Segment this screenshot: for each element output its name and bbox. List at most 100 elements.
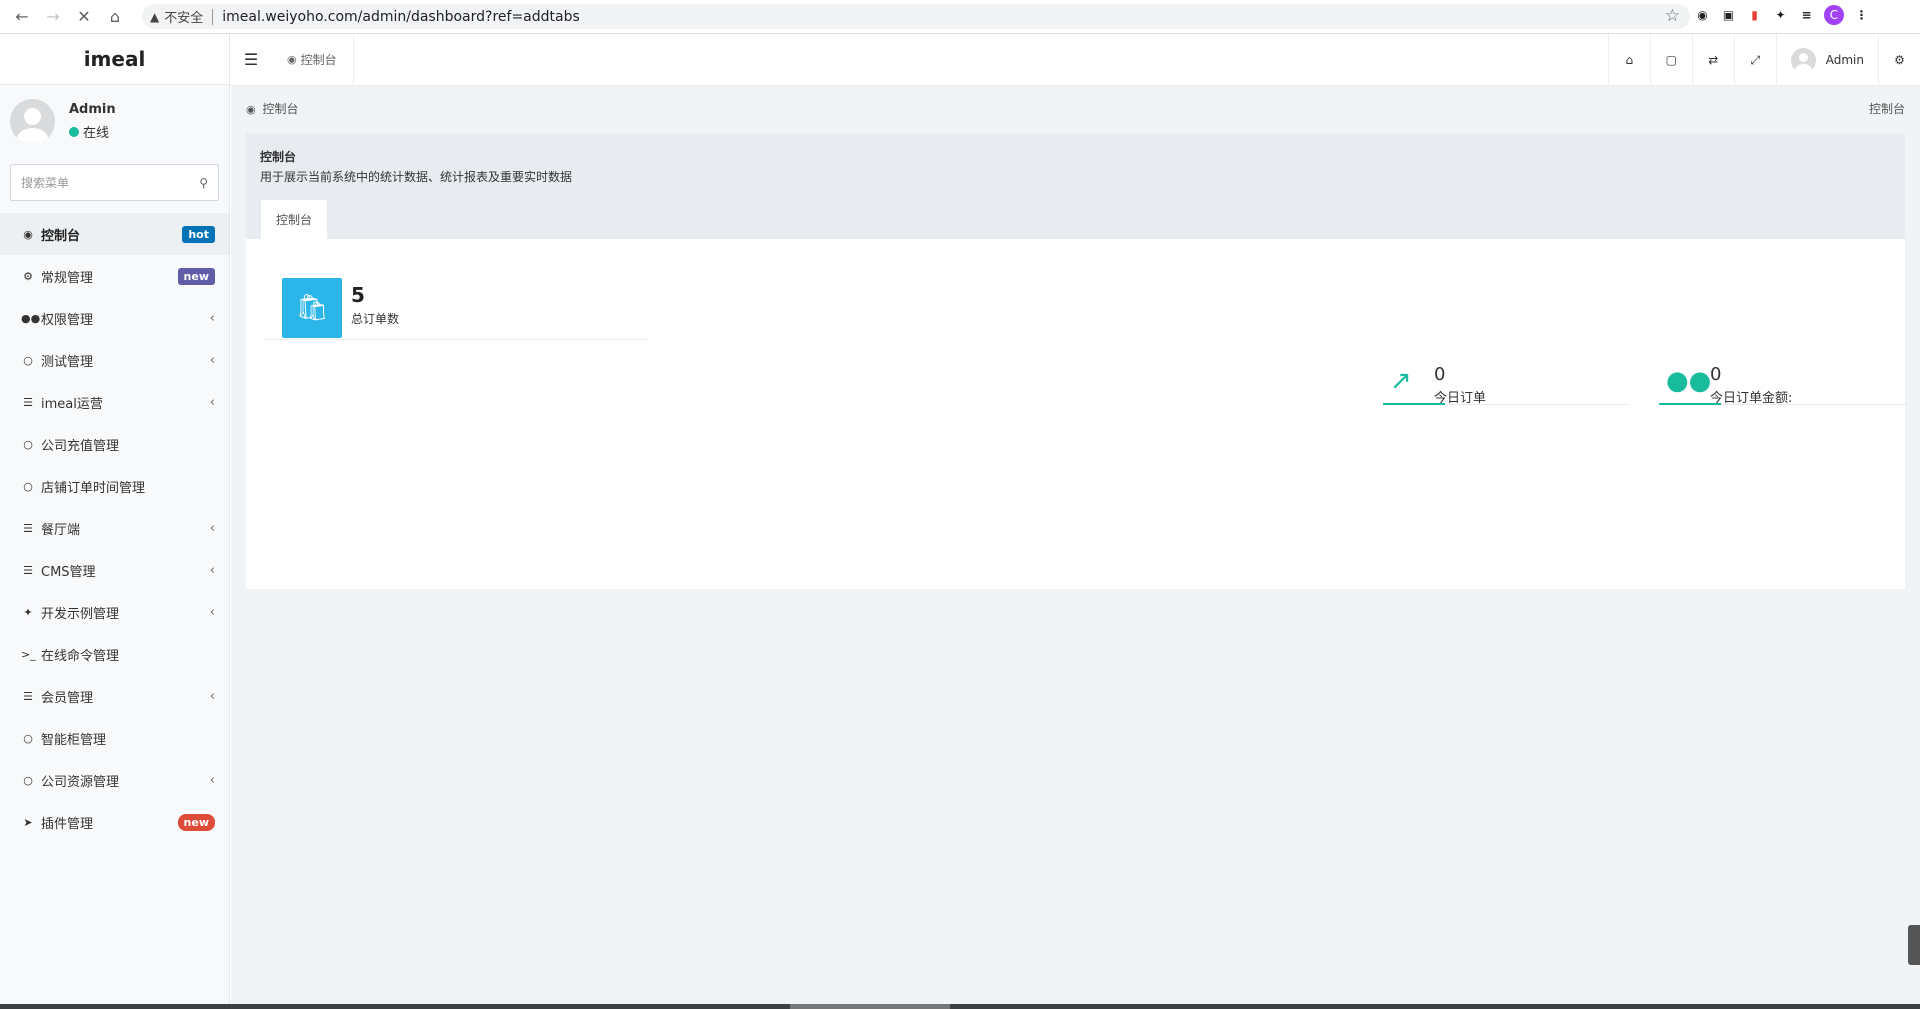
url-text[interactable]: imeal.weiyoho.com/admin/dashboard?ref=ad… bbox=[222, 9, 580, 25]
extension-icon[interactable]: ◉ bbox=[1694, 7, 1711, 24]
sidebar-item-restaurant[interactable]: ☰ 餐厅端 ‹ bbox=[0, 507, 229, 549]
today-orders-stat: ↗ 0 今日订单 bbox=[1383, 364, 1629, 406]
sidebar-item-test[interactable]: ○ 测试管理 ‹ bbox=[0, 339, 229, 381]
insecure-label: 不安全 bbox=[164, 11, 204, 26]
navbar-actions: ⌂ ▢ ⇄ ⤢ Admin ⚙ bbox=[1607, 34, 1920, 86]
sidebar-item-imeal-ops[interactable]: ☰ imeal运营 ‹ bbox=[0, 381, 229, 423]
bookmark-star-icon[interactable]: ☆ bbox=[1665, 6, 1680, 26]
online-dot-icon bbox=[69, 126, 79, 137]
new-badge: new bbox=[177, 267, 215, 285]
menu-search-input[interactable] bbox=[21, 175, 200, 190]
user-panel: Admin 在线 bbox=[0, 85, 229, 158]
home-icon[interactable]: ⌂ bbox=[101, 3, 129, 31]
total-orders-label: 总订单数 bbox=[351, 312, 400, 326]
sidebar-item-label: 权限管理 bbox=[41, 312, 94, 328]
avatar bbox=[10, 99, 55, 144]
settings-icon[interactable]: ⚙ bbox=[1878, 34, 1920, 86]
stat-accent-bar bbox=[1383, 403, 1445, 405]
url-separator bbox=[212, 8, 214, 25]
sidebar-item-company-resources[interactable]: ○ 公司资源管理 ‹ bbox=[0, 759, 229, 801]
language-icon[interactable]: ⇄ bbox=[1691, 34, 1734, 86]
scrollbar-thumb[interactable] bbox=[790, 1004, 950, 1009]
list-icon: ☰ bbox=[23, 521, 33, 535]
sidebar-item-smart-cabinet[interactable]: ○ 智能柜管理 bbox=[0, 717, 229, 759]
profile-avatar[interactable]: C bbox=[1824, 5, 1844, 25]
chevron-left-icon: ‹ bbox=[209, 394, 215, 410]
trash-icon[interactable]: ▢ bbox=[1649, 34, 1692, 86]
panel-description: 用于展示当前系统中的统计数据、统计报表及重要实时数据 bbox=[260, 170, 573, 184]
panel-tab-dashboard[interactable]: 控制台 bbox=[261, 200, 328, 239]
sidebar-item-auth[interactable]: ●● 权限管理 ‹ bbox=[0, 297, 229, 339]
extension-icon[interactable]: ▣ bbox=[1720, 7, 1737, 24]
sidebar-item-dev-examples[interactable]: ✦ 开发示例管理 ‹ bbox=[0, 591, 229, 633]
sidebar-item-label: 店铺订单时间管理 bbox=[41, 480, 146, 496]
back-arrow-icon[interactable]: ← bbox=[8, 3, 36, 31]
sidebar-item-label: 开发示例管理 bbox=[41, 606, 120, 622]
sidebar-item-label: 公司资源管理 bbox=[41, 774, 120, 790]
hot-badge: hot bbox=[182, 225, 215, 243]
sidebar: imeal Admin 在线 ⚲ ◉ 控制台 hot ⚙ 常规管理 bbox=[0, 34, 230, 1004]
navbar-user-name: Admin bbox=[1825, 53, 1864, 67]
more-menu-icon[interactable]: ⋮ bbox=[1853, 7, 1870, 24]
sidebar-item-dashboard[interactable]: ◉ 控制台 hot bbox=[0, 213, 229, 255]
app-logo[interactable]: imeal bbox=[0, 34, 229, 85]
chevron-left-icon: ‹ bbox=[209, 604, 215, 620]
breadcrumb-right[interactable]: 控制台 bbox=[1869, 100, 1905, 117]
chevron-left-icon: ‹ bbox=[209, 688, 215, 704]
users-icon: ●● bbox=[1666, 366, 1712, 396]
sidebar-item-label: 控制台 bbox=[41, 228, 81, 244]
sidebar-item-online-command[interactable]: >_ 在线命令管理 bbox=[0, 633, 229, 675]
user-status-label: 在线 bbox=[83, 126, 110, 141]
magic-icon: ✦ bbox=[23, 605, 33, 619]
sidebar-item-store-order-time[interactable]: ○ 店铺订单时间管理 bbox=[0, 465, 229, 507]
fullscreen-icon[interactable]: ⤢ bbox=[1733, 34, 1776, 86]
sidebar-item-plugins[interactable]: ➤ 插件管理 new bbox=[0, 801, 229, 843]
sidebar-item-members[interactable]: ☰ 会员管理 ‹ bbox=[0, 675, 229, 717]
avatar bbox=[1790, 47, 1816, 73]
sidebar-item-company-recharge[interactable]: ○ 公司充值管理 bbox=[0, 423, 229, 465]
sidebar-item-label: 餐厅端 bbox=[41, 522, 81, 538]
extension-toolbar: ◉ ▣ ▮ ✦ ≡ C ⋮ bbox=[1694, 5, 1870, 25]
sidebar-toggle-icon[interactable]: ☰ bbox=[231, 34, 271, 86]
side-scroll-handle[interactable] bbox=[1908, 925, 1920, 965]
forward-arrow-icon[interactable]: → bbox=[39, 3, 67, 31]
today-amount-label: 今日订单金额: bbox=[1710, 391, 1793, 406]
navbar-user[interactable]: Admin bbox=[1775, 34, 1878, 86]
sidebar-item-label: 智能柜管理 bbox=[41, 732, 107, 748]
dashboard-icon: ◉ bbox=[287, 53, 297, 66]
tab-label: 控制台 bbox=[300, 53, 337, 67]
warning-icon: ▲ bbox=[150, 9, 160, 24]
chevron-left-icon: ‹ bbox=[209, 310, 215, 326]
reading-list-icon[interactable]: ≡ bbox=[1798, 7, 1815, 24]
user-status: 在线 bbox=[69, 122, 116, 141]
circle-icon: ○ bbox=[23, 731, 33, 745]
sidebar-item-cms[interactable]: ☰ CMS管理 ‹ bbox=[0, 549, 229, 591]
today-amount-stat: ●● 0 今日订单金额: bbox=[1659, 364, 1907, 406]
security-indicator[interactable]: ▲ 不安全 bbox=[142, 7, 204, 27]
circle-icon: ○ bbox=[23, 479, 33, 493]
breadcrumb-left: ◉ 控制台 bbox=[246, 100, 298, 117]
today-orders-value: 0 bbox=[1434, 364, 1446, 385]
sidebar-item-label: imeal运营 bbox=[41, 396, 103, 412]
sidebar-item-general[interactable]: ⚙ 常规管理 new bbox=[0, 255, 229, 297]
sidebar-item-label: 在线命令管理 bbox=[41, 648, 120, 664]
shopping-bag-icon: 🛍 bbox=[282, 278, 342, 338]
new-badge: new bbox=[177, 813, 215, 831]
total-orders-value: 5 bbox=[351, 283, 365, 307]
sidebar-menu: ◉ 控制台 hot ⚙ 常规管理 new ●● 权限管理 ‹ ○ 测试管理 ‹ … bbox=[0, 213, 229, 843]
library-icon[interactable]: ▮ bbox=[1746, 7, 1763, 24]
address-bar[interactable]: ▲ 不安全 imeal.weiyoho.com/admin/dashboard?… bbox=[142, 4, 1690, 29]
circle-icon: ○ bbox=[23, 773, 33, 787]
breadcrumb: ◉ 控制台 控制台 bbox=[231, 86, 1920, 130]
home-icon[interactable]: ⌂ bbox=[1607, 34, 1650, 86]
dashboard-panel: 控制台 用于展示当前系统中的统计数据、统计报表及重要实时数据 控制台 🛍 5 总… bbox=[246, 133, 1907, 589]
horizontal-scrollbar[interactable] bbox=[0, 1004, 1920, 1009]
today-amount-value: 0 bbox=[1710, 364, 1722, 385]
menu-search: ⚲ bbox=[10, 164, 219, 201]
list-icon: ☰ bbox=[23, 563, 33, 577]
sidebar-item-label: 常规管理 bbox=[41, 270, 94, 286]
tab-dashboard[interactable]: ◉ 控制台 bbox=[271, 33, 354, 86]
stop-loading-icon[interactable]: ✕ bbox=[70, 3, 98, 31]
puzzle-icon[interactable]: ✦ bbox=[1772, 7, 1789, 24]
search-icon[interactable]: ⚲ bbox=[199, 176, 208, 190]
